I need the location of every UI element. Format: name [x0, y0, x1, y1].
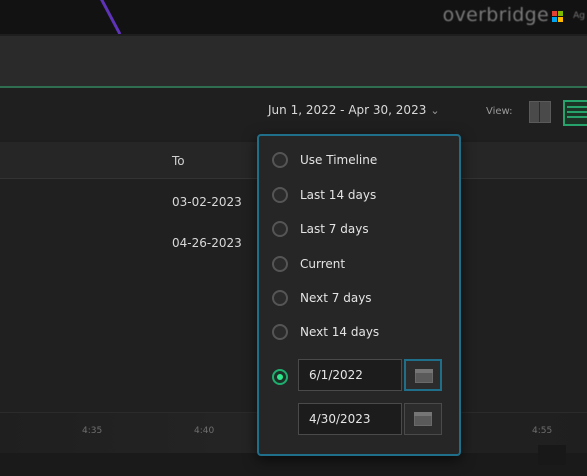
view-label: View:: [486, 106, 513, 117]
option-last-7-days[interactable]: Last 7 days: [272, 218, 369, 240]
list-view-button[interactable]: [563, 100, 587, 126]
list-line: [567, 111, 587, 113]
option-label: Next 7 days: [300, 291, 372, 305]
option-last-14-days[interactable]: Last 14 days: [272, 184, 376, 206]
chevron-down-icon: ⌄: [430, 104, 440, 117]
to-calendar-button[interactable]: [404, 403, 442, 435]
radio-button[interactable]: [272, 221, 288, 237]
list-line: [567, 116, 587, 118]
top-header: overbridge Ag: [0, 0, 587, 34]
calendar-icon: [414, 412, 432, 426]
brand-logo-icon: [552, 11, 563, 22]
column-header-to[interactable]: To: [172, 154, 185, 168]
radio-button-selected[interactable]: [272, 369, 288, 385]
option-label: Current: [300, 257, 346, 271]
timeline-handle[interactable]: [538, 445, 566, 465]
option-label: Use Timeline: [300, 153, 378, 167]
option-custom-range[interactable]: [272, 366, 288, 388]
timeline-tick: 4:55: [532, 426, 553, 436]
radio-button[interactable]: [272, 324, 288, 340]
date-range-label: Jun 1, 2022 - Apr 30, 2023: [268, 103, 427, 117]
radio-button[interactable]: [272, 256, 288, 272]
to-date-input[interactable]: 4/30/2023: [298, 403, 402, 435]
timeline-tick: 4:35: [82, 426, 103, 436]
radio-button[interactable]: [272, 290, 288, 306]
sub-header: [0, 36, 587, 88]
from-calendar-button[interactable]: [404, 359, 442, 391]
date-range-selector[interactable]: Jun 1, 2022 - Apr 30, 2023 ⌄: [268, 103, 440, 117]
option-label: Last 14 days: [300, 188, 377, 202]
from-date-input[interactable]: 6/1/2022: [298, 359, 402, 391]
timeline-tick: 4:40: [194, 426, 215, 436]
radio-button[interactable]: [272, 187, 288, 203]
table-cell-to: 03-02-2023: [172, 195, 242, 209]
option-next-14-days[interactable]: Next 14 days: [272, 321, 379, 343]
brand-suffix: Ag: [573, 11, 585, 21]
calendar-icon: [415, 369, 433, 383]
option-use-timeline[interactable]: Use Timeline: [272, 149, 377, 171]
grid-view-button[interactable]: [529, 101, 551, 123]
table-cell-to: 04-26-2023: [172, 236, 242, 250]
option-current[interactable]: Current: [272, 253, 345, 275]
option-label: Next 14 days: [300, 325, 380, 339]
list-line: [567, 106, 587, 108]
brand-name: overbridge: [442, 4, 549, 26]
radio-button[interactable]: [272, 152, 288, 168]
decorative-stroke: [98, 0, 122, 34]
option-next-7-days[interactable]: Next 7 days: [272, 287, 372, 309]
option-label: Last 7 days: [300, 222, 369, 236]
